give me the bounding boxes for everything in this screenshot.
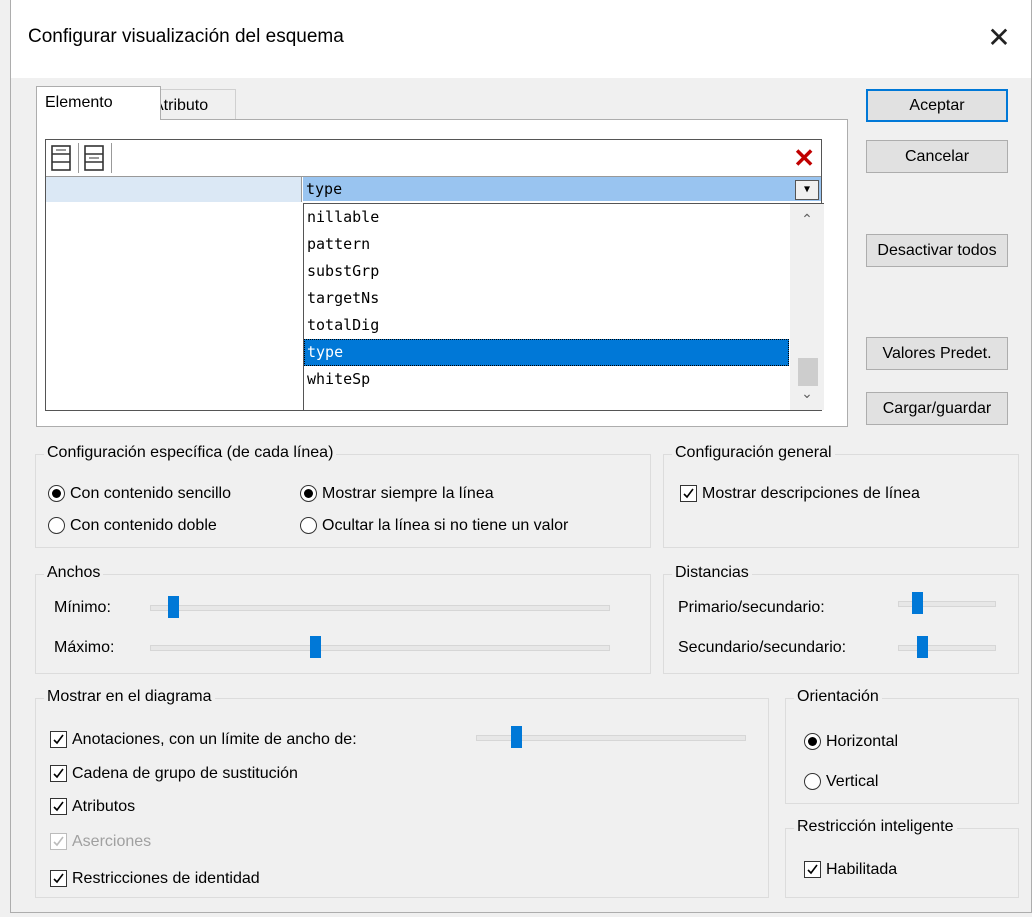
line-settings-group: Configuración específica (de cada línea)… [35, 444, 651, 548]
radio-indicator [804, 773, 821, 790]
checkbox-indicator [804, 861, 821, 878]
primary-distance-label: Primario/secundario: [678, 599, 825, 616]
checkbox-label: Atributos [72, 798, 136, 815]
load-save-button[interactable]: Cargar/guardar [866, 392, 1008, 425]
secondary-distance-label: Secundario/secundario: [678, 639, 847, 656]
list-item[interactable]: whiteSp [304, 366, 789, 393]
radio-label: Vertical [826, 773, 879, 790]
checkbox-indicator [50, 833, 67, 850]
general-settings-group: Configuración general Mostrar descripcio… [663, 444, 1019, 548]
group-title: Configuración específica (de cada línea) [44, 444, 337, 462]
list-item[interactable]: totalDig [304, 312, 789, 339]
smart-restriction-group: Restricción inteligente Habilitada [785, 818, 1019, 898]
radio-label: Horizontal [826, 733, 899, 750]
checkbox-label: Restricciones de identidad [72, 870, 260, 887]
group-title: Orientación [794, 688, 882, 706]
line-type-listbox[interactable]: nillable pattern substGrp targetNs total… [303, 203, 824, 410]
group-title: Restricción inteligente [794, 818, 957, 836]
radio-label: Ocultar la línea si no tiene un valor [322, 517, 569, 534]
grid-row: type ▼ [46, 177, 821, 202]
group-title: Configuración general [672, 444, 835, 462]
checkbox-indicator [50, 765, 67, 782]
list-item-selected[interactable]: type [304, 339, 789, 366]
chevron-down-icon[interactable]: ▼ [795, 180, 819, 200]
combo-value: type [306, 180, 343, 198]
insert-line-icon[interactable] [79, 143, 112, 173]
checkbox-label: Habilitada [826, 861, 898, 878]
min-width-label: Mínimo: [54, 599, 111, 616]
checkbox-indicator [680, 485, 697, 502]
max-width-slider-track[interactable] [150, 645, 610, 651]
cancel-button[interactable]: Cancelar [866, 140, 1008, 173]
max-width-label: Máximo: [54, 639, 115, 656]
radio-label: Con contenido doble [70, 517, 217, 534]
primary-distance-slider-thumb[interactable] [912, 592, 923, 614]
delete-icon[interactable]: ✕ [793, 145, 815, 171]
disable-all-button[interactable]: Desactivar todos [866, 234, 1008, 267]
widths-group: Anchos Mínimo: Máximo: [35, 564, 651, 674]
checkbox-label: Mostrar descripciones de línea [702, 485, 920, 502]
min-width-slider-track[interactable] [150, 605, 610, 611]
list-item[interactable]: targetNs [304, 285, 789, 312]
radio-label: Mostrar siempre la línea [322, 485, 494, 502]
annotations-width-slider-thumb[interactable] [511, 726, 522, 748]
line-config-grid: ✕ type ▼ nillable pattern substGrp targe… [45, 139, 824, 411]
min-width-slider-thumb[interactable] [168, 596, 179, 618]
secondary-distance-slider-thumb[interactable] [917, 636, 928, 658]
schema-display-dialog: Configurar visualización del esquema ✕ E… [10, 0, 1032, 913]
checkbox-label: Cadena de grupo de sustitución [72, 765, 298, 782]
radio-indicator [48, 517, 65, 534]
secondary-distance-slider-track[interactable] [898, 645, 996, 651]
list-item[interactable]: nillable [304, 204, 789, 231]
checkbox-label: Anotaciones, con un límite de ancho de: [72, 731, 357, 748]
title-bar: Configurar visualización del esquema ✕ [11, 0, 1031, 78]
group-title: Mostrar en el diagrama [44, 688, 215, 706]
radio-label: Con contenido sencillo [70, 485, 231, 502]
row-indicator-cell[interactable] [46, 177, 302, 202]
group-title: Distancias [672, 564, 752, 582]
radio-indicator [48, 485, 65, 502]
radio-indicator [300, 485, 317, 502]
tab-elemento[interactable]: Elemento [36, 86, 161, 120]
list-item[interactable]: substGrp [304, 258, 789, 285]
grid-toolbar: ✕ [46, 140, 821, 177]
defaults-button[interactable]: Valores Predet. [866, 337, 1008, 370]
window-title: Configurar visualización del esquema [28, 26, 344, 47]
distances-group: Distancias Primario/secundario: Secundar… [663, 564, 1019, 674]
radio-indicator [804, 733, 821, 750]
line-type-combo[interactable]: type ▼ [303, 177, 821, 201]
diagram-group: Mostrar en el diagrama Anotaciones, con … [35, 688, 769, 898]
checkbox-label: Aserciones [72, 833, 152, 850]
close-icon[interactable]: ✕ [977, 16, 1021, 60]
list-item[interactable]: pattern [304, 231, 789, 258]
checkbox-indicator [50, 731, 67, 748]
radio-indicator [300, 517, 317, 534]
checkbox-indicator [50, 798, 67, 815]
group-title: Anchos [44, 564, 104, 582]
chevron-down-icon[interactable]: ⌄ [790, 380, 824, 406]
vertical-scrollbar[interactable]: ⌃ ⌄ [790, 204, 824, 410]
tab-panel: ✕ type ▼ nillable pattern substGrp targe… [36, 119, 848, 427]
orientation-group: Orientación Horizontal Vertical [785, 688, 1019, 804]
accept-button[interactable]: Aceptar [866, 89, 1008, 122]
checkbox-indicator [50, 870, 67, 887]
chevron-up-icon[interactable]: ⌃ [790, 206, 824, 232]
add-line-icon[interactable] [46, 143, 79, 173]
max-width-slider-thumb[interactable] [310, 636, 321, 658]
